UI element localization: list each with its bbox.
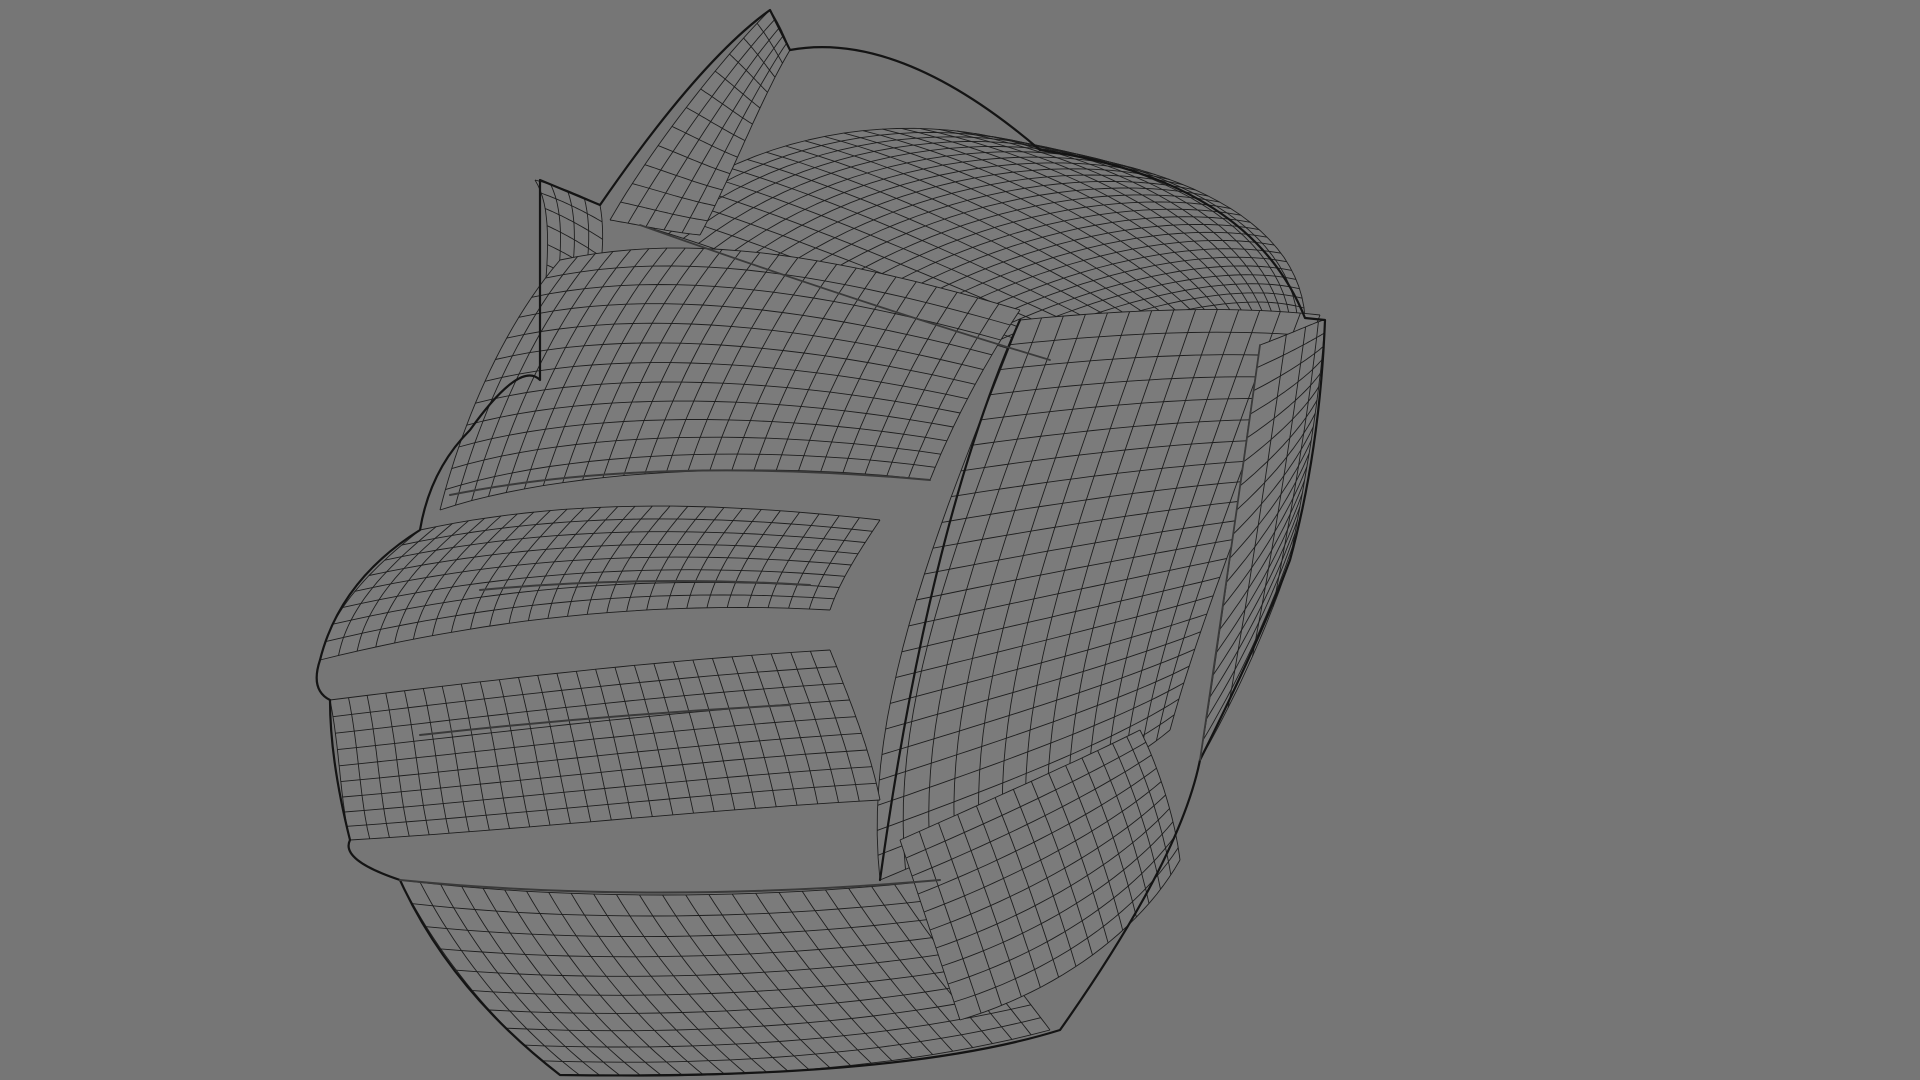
- panel-surface: [330, 650, 880, 840]
- muzzle-front[interactable]: [329, 649, 881, 841]
- 3d-viewport[interactable]: [0, 0, 1920, 1080]
- helmet-wireframe-model[interactable]: [0, 0, 1920, 1080]
